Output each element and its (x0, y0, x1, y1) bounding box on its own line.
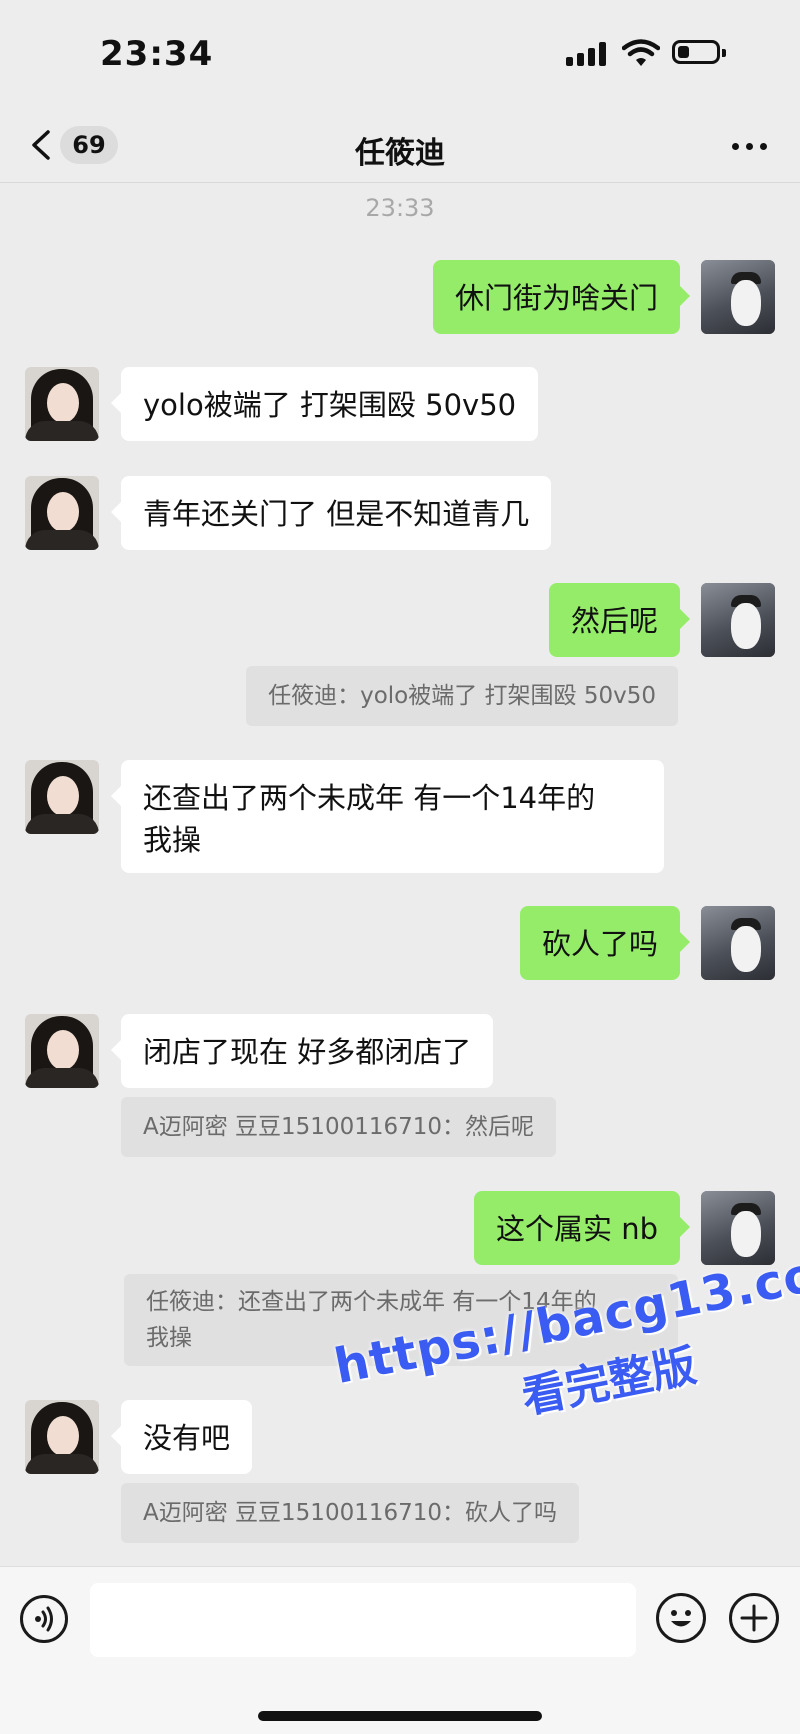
outgoing-message[interactable]: 然后呢 (548, 583, 691, 657)
contact-avatar[interactable] (25, 367, 99, 441)
message-line: 我操 (143, 823, 202, 857)
my-avatar[interactable] (701, 260, 775, 334)
status-bar: 23:34 (0, 0, 800, 108)
contact-avatar[interactable] (25, 1014, 99, 1088)
voice-icon (35, 1606, 53, 1632)
my-avatar[interactable] (701, 906, 775, 980)
quoted-reply[interactable]: 任筱迪：还查出了两个未成年 有一个14年的 我操 (124, 1274, 678, 1366)
incoming-message[interactable]: 还查出了两个未成年 有一个14年的 我操 (111, 760, 664, 873)
message-line: 还查出了两个未成年 有一个14年的 (143, 781, 596, 815)
emoji-icon (671, 1610, 691, 1627)
quote-line: 我操 (146, 1325, 192, 1351)
quoted-reply[interactable]: A迈阿密 豆豆15100116710：然后呢 (121, 1097, 557, 1157)
emoji-button[interactable] (656, 1593, 706, 1643)
plus-icon (740, 1604, 768, 1632)
incoming-message[interactable]: 没有吧 (110, 1400, 253, 1474)
incoming-message[interactable]: 闭店了现在 好多都闭店了 (110, 1014, 494, 1088)
outgoing-message[interactable]: 砍人了吗 (519, 906, 691, 980)
contact-avatar[interactable] (25, 476, 99, 550)
home-indicator[interactable] (258, 1711, 542, 1721)
message-input[interactable] (90, 1583, 636, 1657)
wifi-icon (622, 39, 660, 66)
message-timestamp: 23:33 (365, 194, 435, 222)
incoming-message[interactable]: yolo被端了 打架围殴 50v50 (110, 367, 539, 441)
contact-avatar[interactable] (25, 760, 99, 834)
my-avatar[interactable] (701, 583, 775, 657)
outgoing-message[interactable]: 这个属实 nb (473, 1191, 691, 1265)
add-button[interactable] (729, 1593, 779, 1643)
more-dots-icon[interactable] (730, 132, 770, 162)
my-avatar[interactable] (701, 1191, 775, 1265)
status-time: 23:34 (100, 34, 214, 74)
incoming-message[interactable]: 青年还关门了 但是不知道青几 (110, 476, 552, 550)
quoted-reply[interactable]: A迈阿密 豆豆15100116710：砍人了吗 (121, 1483, 580, 1543)
battery-icon (672, 40, 726, 64)
chat-header: 69 任筱迪 (0, 108, 800, 183)
outgoing-message[interactable]: 休门街为啥关门 (432, 260, 691, 334)
quote-line: 任筱迪：还查出了两个未成年 有一个14年的 (146, 1289, 597, 1315)
voice-button[interactable] (20, 1595, 68, 1643)
quoted-reply[interactable]: 任筱迪：yolo被端了 打架围殴 50v50 (246, 666, 678, 726)
contact-avatar[interactable] (25, 1400, 99, 1474)
message-input-bar (0, 1566, 800, 1734)
chat-title: 任筱迪 (355, 136, 445, 171)
cellular-signal-icon (566, 42, 608, 66)
